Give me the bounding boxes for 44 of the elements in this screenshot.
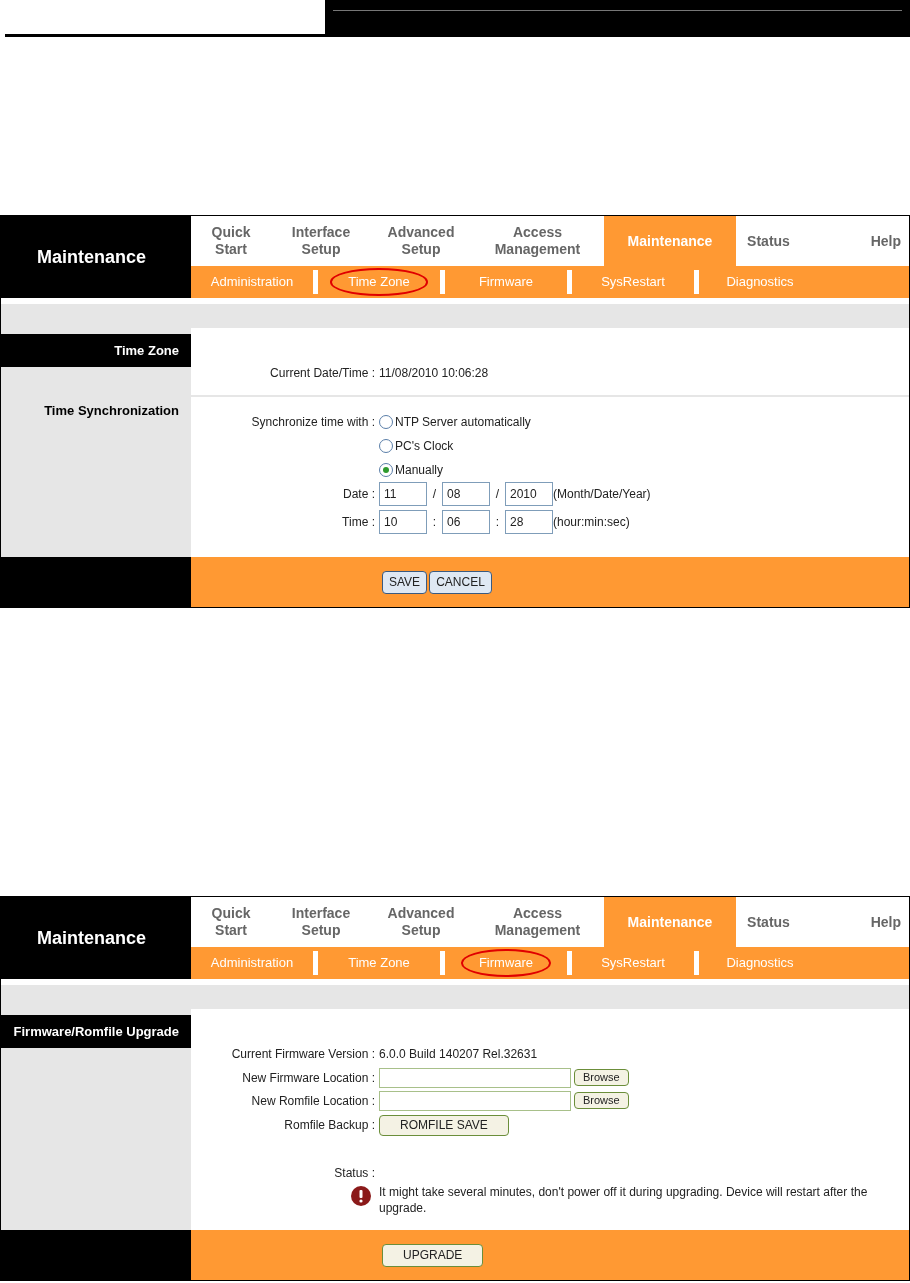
warning-icon: [351, 1186, 371, 1206]
input-field[interactable]: [379, 1090, 571, 1111]
input-field[interactable]: 11: [379, 482, 427, 506]
field-label: New Romfile Location :: [251, 1093, 375, 1108]
field-label: Date :: [343, 487, 375, 501]
separator: :: [494, 514, 501, 531]
field-label: Synchronize time with :: [251, 415, 375, 429]
input-field[interactable]: 08: [442, 482, 490, 506]
separator: :: [431, 514, 438, 531]
romfile-save-button[interactable]: ROMFILE SAVE: [379, 1114, 509, 1136]
field-value: 6.0.0 Build 140207 Rel.32631: [379, 1046, 538, 1063]
radio-option[interactable]: PC's Clock: [379, 437, 531, 455]
separator: /: [494, 486, 501, 503]
radio-button[interactable]: [379, 415, 393, 429]
sidebar-heading: Time Synchronization: [43, 402, 180, 420]
field-label: Status :: [334, 1166, 375, 1180]
field-label: Time :: [342, 515, 375, 529]
page-title: Maintenance: [37, 926, 147, 950]
field-label: Current Firmware Version :: [231, 1047, 375, 1061]
action-button[interactable]: SAVE: [382, 570, 428, 594]
radio-button[interactable]: [379, 463, 393, 477]
radio-button[interactable]: [379, 439, 393, 453]
input-field[interactable]: 2010: [505, 482, 553, 506]
sidebar-heading: Time Zone: [1, 334, 191, 367]
separator: /: [431, 486, 438, 503]
field-label: Romfile Backup :: [284, 1118, 375, 1132]
field-label: Current Date/Time :: [270, 366, 375, 380]
browse-button[interactable]: Browse: [574, 1069, 629, 1086]
input-field[interactable]: 10: [379, 510, 427, 534]
action-button[interactable]: UPGRADE: [382, 1243, 484, 1267]
page-title: Maintenance: [37, 245, 147, 269]
radio-option[interactable]: Manually: [379, 461, 531, 479]
field-value: 11/08/2010 10:06:28: [379, 365, 489, 382]
action-button[interactable]: CANCEL: [429, 570, 492, 594]
input-field[interactable]: 28: [505, 510, 553, 534]
input-field[interactable]: [379, 1067, 571, 1088]
radio-option[interactable]: NTP Server automatically: [379, 413, 531, 431]
format-hint: (Month/Date/Year): [553, 486, 651, 503]
browse-button[interactable]: Browse: [574, 1092, 629, 1109]
input-field[interactable]: 06: [442, 510, 490, 534]
format-hint: (hour:min:sec): [553, 514, 630, 531]
status-message: It might take several minutes, don't power off it during upgrading. Device will restart after the upgrade.: [379, 1184, 869, 1216]
sidebar-heading: Firmware/Romfile Upgrade: [1, 1015, 191, 1048]
field-label: New Firmware Location :: [242, 1070, 375, 1085]
